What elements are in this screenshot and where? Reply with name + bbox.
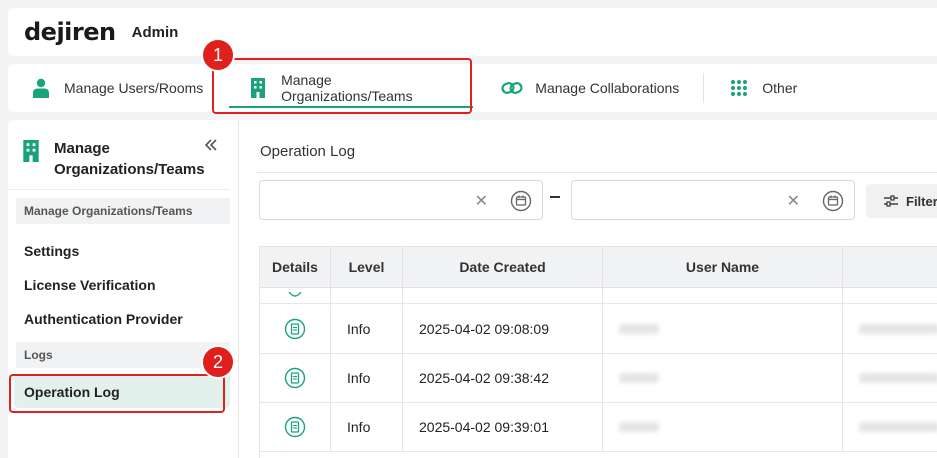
table-row[interactable]: Info 2025-04-02 09:08:09: [260, 305, 937, 354]
date-cell: [403, 288, 603, 303]
column-header-extra: [843, 247, 937, 287]
main-content: Operation Log ✕ ✕ Filter Details Level D…: [239, 120, 937, 458]
dejiren-logo[interactable]: dejiren: [24, 18, 116, 46]
column-header-date-created[interactable]: Date Created: [403, 247, 603, 287]
column-header-user-name[interactable]: User Name: [603, 247, 843, 287]
user-icon: [30, 77, 52, 99]
page-title: Operation Log: [260, 143, 356, 160]
level-cell: Info: [331, 305, 403, 353]
callout-box-organizations-tab: [212, 58, 472, 114]
level-cell: Info: [331, 354, 403, 402]
callout-badge-1: 1: [201, 38, 235, 72]
details-cell: [260, 288, 331, 303]
extra-cell-redacted: [843, 305, 937, 353]
level-cell: Info: [331, 403, 403, 451]
tab-label: Manage Collaborations: [535, 80, 680, 96]
collapse-sidebar-icon[interactable]: [204, 136, 218, 157]
sidebar-group-logs: Logs: [16, 342, 230, 368]
calendar-icon[interactable]: [510, 190, 532, 212]
nav-divider: [703, 73, 705, 103]
user-cell-redacted: [603, 305, 843, 353]
details-cell: [260, 354, 331, 402]
top-navigation: Manage Users/Rooms Manage Organizations/…: [8, 64, 937, 112]
tab-label: Other: [762, 80, 798, 96]
table-row: [260, 288, 937, 304]
end-date-field[interactable]: ✕: [571, 180, 855, 220]
extra-cell-redacted: [843, 403, 937, 451]
document-details-icon[interactable]: [284, 318, 306, 340]
table-row[interactable]: Info 2025-04-02 09:39:01: [260, 403, 937, 452]
title-divider: [257, 172, 937, 173]
document-details-icon[interactable]: [284, 367, 306, 389]
table-header: Details Level Date Created User Name: [260, 246, 937, 288]
tab-manage-collaborations[interactable]: Manage Collaborations: [487, 64, 693, 112]
sidebar-item-license-verification[interactable]: License Verification: [8, 266, 238, 300]
user-cell-redacted: [603, 354, 843, 402]
clear-icon[interactable]: ✕: [787, 191, 800, 211]
extra-cell-redacted: [843, 354, 937, 402]
sidebar-item-authentication-provider[interactable]: Authentication Provider: [8, 300, 238, 334]
building-icon: [22, 140, 44, 164]
tab-manage-users-rooms[interactable]: Manage Users/Rooms: [16, 64, 217, 112]
callout-badge-2: 2: [201, 345, 235, 379]
header-title: Admin: [131, 23, 179, 41]
app-header: dejiren Admin: [8, 8, 937, 56]
sliders-icon: [884, 195, 898, 207]
start-date-field[interactable]: ✕: [259, 180, 543, 220]
operation-log-table: Details Level Date Created User Name Inf…: [259, 246, 937, 458]
tab-other[interactable]: Other: [714, 64, 811, 112]
sidebar-title: Manage Organizations/Teams: [54, 140, 205, 178]
filter-label: Filter: [906, 193, 937, 209]
column-header-level[interactable]: Level: [331, 247, 403, 287]
details-cell: [260, 305, 331, 353]
extra-cell: [843, 288, 937, 303]
column-header-details[interactable]: Details: [260, 247, 331, 287]
calendar-icon[interactable]: [822, 190, 844, 212]
user-cell: [603, 288, 843, 303]
details-cell: [260, 403, 331, 451]
grid-dots-icon: [728, 77, 750, 99]
level-cell: [331, 288, 403, 303]
date-cell: 2025-04-02 09:08:09: [403, 305, 603, 353]
sidebar-header: Manage Organizations/Teams: [8, 120, 230, 190]
clear-icon[interactable]: ✕: [475, 191, 488, 211]
sidebar-item-settings[interactable]: Settings: [8, 232, 238, 266]
callout-box-operation-log: [9, 374, 225, 413]
link-icon: [501, 77, 523, 99]
table-row[interactable]: Info 2025-04-02 09:38:42: [260, 354, 937, 403]
sidebar-group-manage-organizations: Manage Organizations/Teams: [16, 198, 230, 224]
date-range-separator: [550, 196, 560, 198]
date-cell: 2025-04-02 09:38:42: [403, 354, 603, 402]
filter-button[interactable]: Filter: [866, 184, 937, 218]
document-details-icon[interactable]: [284, 416, 306, 438]
tab-label: Manage Users/Rooms: [64, 80, 204, 96]
user-cell-redacted: [603, 403, 843, 451]
date-cell: 2025-04-02 09:39:01: [403, 403, 603, 451]
